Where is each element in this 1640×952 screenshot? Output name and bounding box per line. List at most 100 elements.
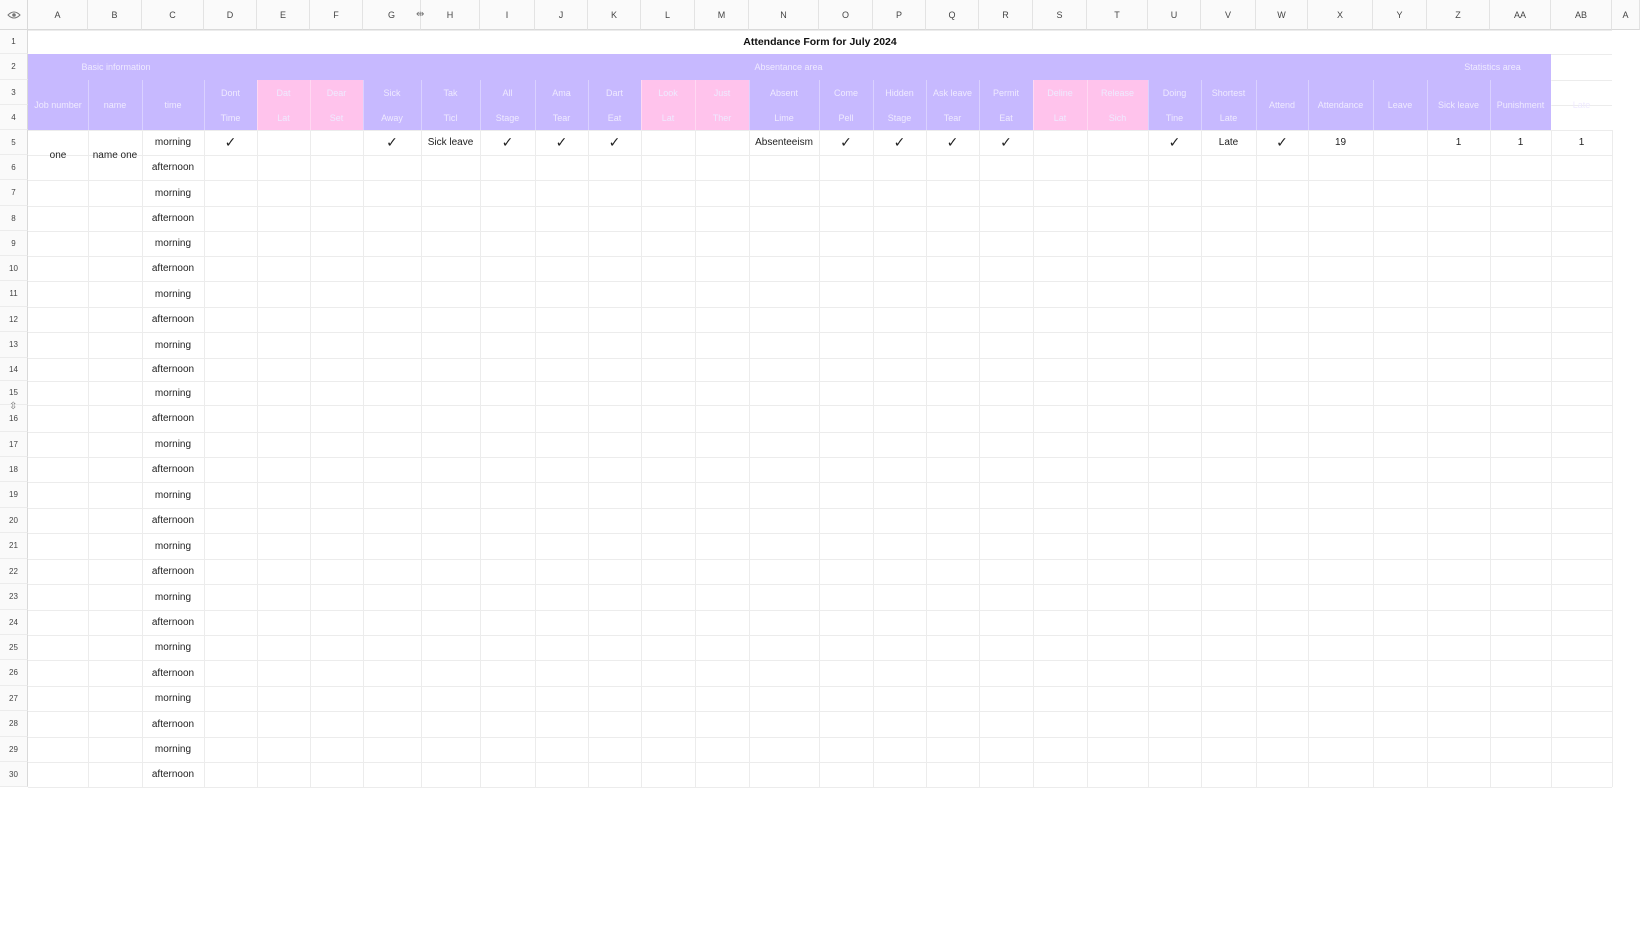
row-header[interactable]: 28: [0, 711, 28, 737]
time-cell[interactable]: morning: [142, 533, 204, 559]
late-cell[interactable]: Late: [1201, 130, 1256, 155]
column-header[interactable]: P: [873, 0, 926, 30]
time-cell[interactable]: afternoon: [142, 358, 204, 381]
column-header[interactable]: G: [363, 0, 421, 30]
check-mark[interactable]: ✓: [363, 130, 421, 155]
column-header[interactable]: A: [28, 0, 88, 30]
header-label[interactable]: Leave: [1373, 80, 1427, 130]
column-header[interactable]: L: [641, 0, 695, 30]
column-header[interactable]: Z: [1427, 0, 1490, 30]
header-sublabel[interactable]: Ther: [695, 105, 749, 130]
header-sublabel[interactable]: Tear: [926, 105, 979, 130]
header-label[interactable]: Release: [1087, 80, 1148, 105]
header-label[interactable]: Permit: [979, 80, 1033, 105]
late-count-cell[interactable]: 1: [1551, 130, 1612, 155]
row-header[interactable]: 6: [0, 155, 28, 180]
header-sublabel[interactable]: Time: [204, 105, 257, 130]
time-cell[interactable]: morning: [142, 281, 204, 307]
time-cell[interactable]: afternoon: [142, 307, 204, 332]
row-header[interactable]: 17: [0, 432, 28, 457]
header-label[interactable]: Dart: [588, 80, 641, 105]
column-header[interactable]: D: [204, 0, 257, 30]
time-cell[interactable]: afternoon: [142, 762, 204, 787]
row-header[interactable]: 21: [0, 533, 28, 559]
row-header[interactable]: 10: [0, 256, 28, 281]
group-absence-area[interactable]: Absentance area: [204, 54, 1373, 80]
row-header[interactable]: 8: [0, 206, 28, 231]
header-label[interactable]: Come: [819, 80, 873, 105]
time-cell[interactable]: afternoon: [142, 155, 204, 180]
column-header[interactable]: V: [1201, 0, 1256, 30]
header-label[interactable]: Job number: [28, 80, 88, 130]
column-header[interactable]: AB: [1551, 0, 1612, 30]
row-header[interactable]: 4: [0, 105, 28, 130]
column-header[interactable]: R: [979, 0, 1033, 30]
column-header[interactable]: J: [535, 0, 588, 30]
time-cell[interactable]: morning: [142, 584, 204, 610]
row-header[interactable]: 3: [0, 80, 28, 105]
job-number-cell[interactable]: one: [28, 130, 88, 180]
header-sublabel[interactable]: Set: [310, 105, 363, 130]
header-sublabel[interactable]: Eat: [588, 105, 641, 130]
column-header[interactable]: I: [480, 0, 535, 30]
row-header[interactable]: 9: [0, 231, 28, 256]
header-label[interactable]: Doing: [1148, 80, 1201, 105]
header-label[interactable]: Ama: [535, 80, 588, 105]
column-header[interactable]: C: [142, 0, 204, 30]
column-header[interactable]: T: [1087, 0, 1148, 30]
header-sublabel[interactable]: Ticl: [421, 105, 480, 130]
column-header[interactable]: O: [819, 0, 873, 30]
sick-leave-count-cell[interactable]: 1: [1427, 130, 1490, 155]
header-label[interactable]: Attendance: [1308, 80, 1373, 130]
column-header[interactable]: AA: [1490, 0, 1551, 30]
header-label[interactable]: Punishment: [1490, 80, 1551, 130]
time-cell[interactable]: morning: [142, 635, 204, 660]
spreadsheet[interactable]: A B C D E F G H I J K L M N O P Q R S T U V W X Y Z AA AB A 12345678…: [0, 0, 1640, 952]
header-sublabel[interactable]: Away: [363, 105, 421, 130]
column-header[interactable]: K: [588, 0, 641, 30]
time-cell[interactable]: morning: [142, 180, 204, 206]
column-header[interactable]: B: [88, 0, 142, 30]
time-cell[interactable]: morning: [142, 332, 204, 358]
column-header[interactable]: X: [1308, 0, 1373, 30]
header-label[interactable]: Late: [1551, 80, 1612, 130]
sheet-title[interactable]: Attendance Form for July 2024: [28, 30, 1612, 54]
time-cell[interactable]: afternoon: [142, 405, 204, 432]
punishment-count-cell[interactable]: 1: [1490, 130, 1551, 155]
header-label[interactable]: Dont: [204, 80, 257, 105]
column-header[interactable]: U: [1148, 0, 1201, 30]
row-header[interactable]: 5: [0, 130, 28, 155]
row-header[interactable]: 26: [0, 660, 28, 686]
row-header[interactable]: 12: [0, 307, 28, 332]
header-sublabel[interactable]: Stage: [480, 105, 535, 130]
header-sublabel[interactable]: Pell: [819, 105, 873, 130]
header-sublabel[interactable]: Lime: [749, 105, 819, 130]
time-cell[interactable]: afternoon: [142, 508, 204, 533]
time-cell[interactable]: morning: [142, 231, 204, 256]
header-label[interactable]: Shortest: [1201, 80, 1256, 105]
header-sublabel[interactable]: Lat: [641, 105, 695, 130]
row-header[interactable]: 24: [0, 610, 28, 635]
header-sublabel[interactable]: Late: [1201, 105, 1256, 130]
check-mark[interactable]: ✓: [819, 130, 873, 155]
header-sublabel[interactable]: Tine: [1148, 105, 1201, 130]
column-header[interactable]: A: [1612, 0, 1640, 30]
time-cell[interactable]: afternoon: [142, 711, 204, 737]
time-cell[interactable]: afternoon: [142, 256, 204, 281]
header-label[interactable]: Look: [641, 80, 695, 105]
check-mark[interactable]: ✓: [535, 130, 588, 155]
check-mark[interactable]: ✓: [588, 130, 641, 155]
time-cell[interactable]: morning: [142, 737, 204, 762]
header-label[interactable]: name: [88, 80, 142, 130]
column-header[interactable]: Q: [926, 0, 979, 30]
check-mark[interactable]: ✓: [979, 130, 1033, 155]
time-cell[interactable]: morning: [142, 686, 204, 711]
row-header[interactable]: 30: [0, 762, 28, 787]
check-mark[interactable]: ✓: [873, 130, 926, 155]
column-header[interactable]: M: [695, 0, 749, 30]
row-header[interactable]: 7: [0, 180, 28, 206]
header-sublabel[interactable]: Sich: [1087, 105, 1148, 130]
check-mark[interactable]: ✓: [1148, 130, 1201, 155]
row-header[interactable]: 27: [0, 686, 28, 711]
column-resize-icon[interactable]: ⇹: [416, 9, 424, 20]
